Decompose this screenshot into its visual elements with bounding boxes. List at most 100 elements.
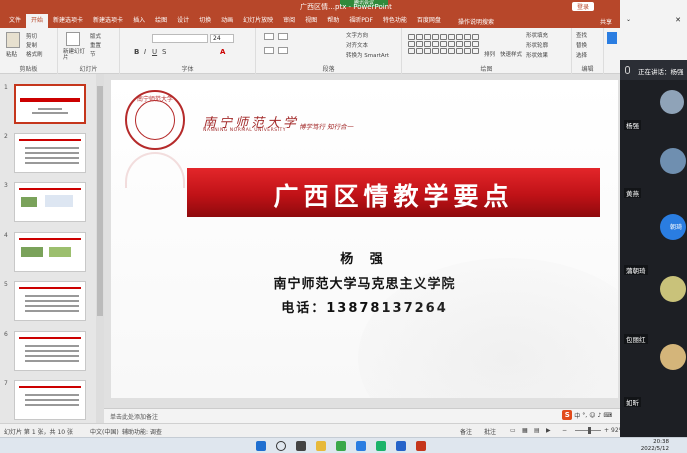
task-view-icon[interactable] xyxy=(296,441,306,451)
ime-emoji-icon[interactable]: ☺ xyxy=(589,412,595,419)
zoom-slider-handle[interactable] xyxy=(588,427,591,434)
tab-draw[interactable]: 绘图 xyxy=(150,14,172,28)
slide-thumbnail-4[interactable] xyxy=(14,232,86,272)
find-button[interactable]: 查找 xyxy=(576,31,587,39)
comments-toggle[interactable]: 批注 xyxy=(484,427,496,436)
tab-new-1[interactable]: 新建选项卡 xyxy=(48,14,88,28)
layout-button[interactable]: 版式 xyxy=(90,32,101,40)
shapes-gallery[interactable] xyxy=(408,34,479,54)
start-menu-icon[interactable] xyxy=(256,441,266,451)
new-slide-button[interactable]: 新建幻灯片 xyxy=(63,49,85,61)
close-icon[interactable]: ✕ xyxy=(675,16,681,24)
notes-pane[interactable]: 单击此处添加备注 S 中 °, ☺ ♪ ⌨ xyxy=(104,408,620,423)
tab-help[interactable]: 帮助 xyxy=(322,14,344,28)
participant-tile[interactable]: 蒲朝琦 xyxy=(620,252,687,312)
section-button[interactable]: 节 xyxy=(90,50,96,58)
tab-file[interactable]: 文件 xyxy=(4,14,26,28)
author-phone[interactable]: 电话：13878137264 xyxy=(111,297,618,316)
slide-thumbnail-5[interactable] xyxy=(14,281,86,321)
align-center-icon[interactable] xyxy=(278,47,288,54)
slide-sorter-icon[interactable]: ▦ xyxy=(522,427,528,434)
share-button[interactable]: 共享 xyxy=(600,17,612,26)
reading-view-icon[interactable]: ▤ xyxy=(534,427,540,434)
shape-fill-button[interactable]: 形状填充 xyxy=(526,31,548,39)
participant-tile[interactable]: 包丽红 xyxy=(620,312,687,372)
shadow-button[interactable]: S xyxy=(162,48,166,56)
powerpoint-icon[interactable] xyxy=(416,441,426,451)
copy-button[interactable]: 复制 xyxy=(26,41,37,49)
tab-transitions[interactable]: 切换 xyxy=(194,14,216,28)
browser-icon[interactable] xyxy=(356,441,366,451)
zoom-out-icon[interactable]: − xyxy=(562,427,567,434)
word-icon[interactable] xyxy=(396,441,406,451)
tab-review[interactable]: 审阅 xyxy=(278,14,300,28)
paste-icon[interactable] xyxy=(6,32,20,48)
numbering-icon[interactable] xyxy=(278,33,288,40)
shape-outline-button[interactable]: 形状轮廓 xyxy=(526,41,548,49)
text-direction-button[interactable]: 文字方向 xyxy=(346,31,368,39)
notes-placeholder[interactable]: 单击此处添加备注 xyxy=(110,412,158,421)
align-left-icon[interactable] xyxy=(264,47,274,54)
format-painter-button[interactable]: 格式刷 xyxy=(26,50,43,58)
font-color-icon[interactable]: A xyxy=(220,48,225,56)
shape-effects-button[interactable]: 形状效果 xyxy=(526,51,548,59)
ime-keyboard-icon[interactable]: ⌨ xyxy=(603,412,612,419)
tab-baidu-netdisk[interactable]: 百度网盘 xyxy=(412,14,446,28)
file-explorer-icon[interactable] xyxy=(316,441,326,451)
sogou-ime-icon[interactable]: S xyxy=(562,410,573,420)
tab-animations[interactable]: 动画 xyxy=(216,14,238,28)
search-icon[interactable] xyxy=(276,441,286,451)
login-button[interactable]: 登录 xyxy=(571,2,594,11)
tab-design[interactable]: 设计 xyxy=(172,14,194,28)
slideshow-icon[interactable]: ▶ xyxy=(546,427,551,434)
participant-tile[interactable]: 朝琦 xyxy=(620,202,687,252)
quick-styles-button[interactable]: 快速样式 xyxy=(500,50,522,58)
baidu-save-icon[interactable] xyxy=(607,32,617,44)
ime-mode-icon[interactable]: 中 xyxy=(574,411,580,420)
accessibility-status[interactable]: 辅助功能: 调查 xyxy=(122,427,162,436)
normal-view-icon[interactable]: ▭ xyxy=(510,427,516,434)
slide-thumbnail-7[interactable] xyxy=(14,380,86,420)
participant-tile[interactable]: 杨强 xyxy=(620,80,687,132)
paste-button[interactable]: 粘贴 xyxy=(6,50,17,58)
slide-thumbnail-1[interactable] xyxy=(14,84,86,124)
arrange-button[interactable]: 排列 xyxy=(484,50,495,58)
tab-new-2[interactable]: 新建选项卡 xyxy=(88,14,128,28)
tell-me-search[interactable]: 操作说明搜索 xyxy=(458,17,494,26)
slide-canvas[interactable]: 南宁师范大学 南宁师范大学 NANNING NORMAL UNIVERSITY … xyxy=(111,80,618,398)
slide-thumbnail-6[interactable] xyxy=(14,331,86,371)
bold-button[interactable]: B xyxy=(134,48,139,56)
cut-button[interactable]: 剪切 xyxy=(26,32,37,40)
align-text-button[interactable]: 对齐文本 xyxy=(346,41,368,49)
participant-tile[interactable]: 如昕 xyxy=(620,372,687,437)
author-name[interactable]: 杨 强 xyxy=(111,248,618,267)
participant-tile[interactable]: 黄燕 xyxy=(620,132,687,202)
underline-button[interactable]: U xyxy=(152,48,157,56)
tab-slideshow[interactable]: 幻灯片放映 xyxy=(238,14,278,28)
notes-toggle[interactable]: 备注 xyxy=(460,427,472,436)
italic-button[interactable]: I xyxy=(144,48,146,56)
author-institution[interactable]: 南宁师范大学马克思主义学院 xyxy=(111,273,618,292)
font-name-box[interactable] xyxy=(152,34,208,43)
tab-foxit-pdf[interactable]: 福昕PDF xyxy=(344,14,378,28)
font-size-box[interactable]: 24 xyxy=(210,34,234,43)
wechat-icon[interactable] xyxy=(336,441,346,451)
reset-button[interactable]: 重置 xyxy=(90,41,101,49)
replace-button[interactable]: 替换 xyxy=(576,41,587,49)
tab-view[interactable]: 视图 xyxy=(300,14,322,28)
tab-insert[interactable]: 插入 xyxy=(128,14,150,28)
tab-home[interactable]: 开始 xyxy=(26,14,49,28)
thumbnail-scrollbar[interactable] xyxy=(96,74,104,423)
system-clock[interactable]: 20:38 2022/5/12 xyxy=(641,439,669,453)
tencent-meeting-icon[interactable] xyxy=(376,441,386,451)
slide-thumbnail-3[interactable] xyxy=(14,182,86,222)
ime-mic-icon[interactable]: ♪ xyxy=(597,412,601,419)
ime-toolbar[interactable]: S 中 °, ☺ ♪ ⌨ xyxy=(562,410,612,420)
title-banner[interactable]: 广西区情教学要点 xyxy=(187,168,600,217)
select-button[interactable]: 选择 xyxy=(576,51,587,59)
slide-title[interactable]: 广西区情教学要点 xyxy=(187,177,600,213)
ime-punct-icon[interactable]: °, xyxy=(582,412,587,419)
tab-features[interactable]: 特色功能 xyxy=(378,14,412,28)
language-indicator[interactable]: 中文(中国) xyxy=(90,427,119,436)
smartart-button[interactable]: 转换为 SmartArt xyxy=(346,51,389,59)
